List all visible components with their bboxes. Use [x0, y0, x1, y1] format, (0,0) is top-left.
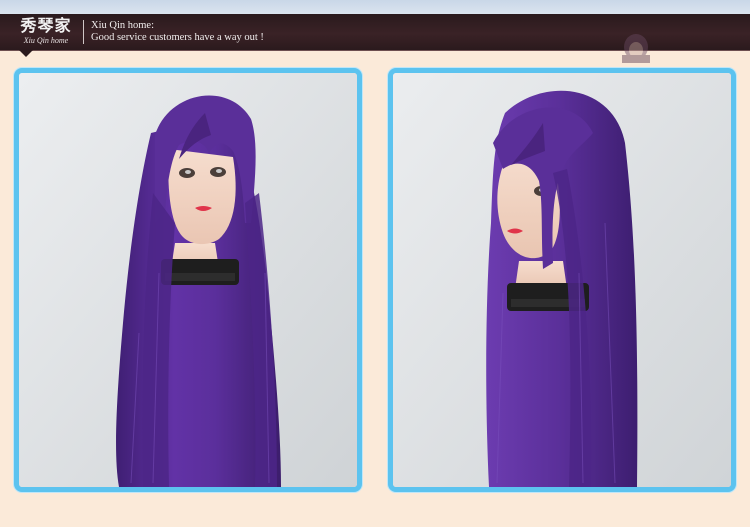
- store-logo[interactable]: 秀琴家 Xiu Qin home: [12, 16, 80, 48]
- photo-frame-front[interactable]: [14, 68, 362, 492]
- photo-frame-side[interactable]: [388, 68, 736, 492]
- wig-front-image: [19, 73, 357, 487]
- top-band: [0, 0, 750, 14]
- header-pointer-icon: [19, 50, 33, 57]
- header-title: Xiu Qin home:: [91, 20, 154, 31]
- header-text: Xiu Qin home: Good service customers hav…: [91, 20, 264, 44]
- wig-side-image: [393, 73, 731, 487]
- logo-chinese: 秀琴家: [20, 16, 72, 35]
- logo-divider: [83, 20, 84, 44]
- header-tagline: Good service customers have a way out !: [91, 32, 264, 43]
- store-header: 秀琴家 Xiu Qin home Xiu Qin home: Good serv…: [0, 14, 750, 63]
- avatar-icon: [622, 34, 650, 63]
- logo-english: Xiu Qin home: [23, 36, 69, 45]
